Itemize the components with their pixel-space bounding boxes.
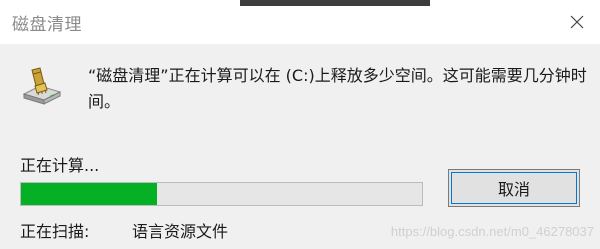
- obscured-top-strip: [240, 0, 430, 6]
- window-title: 磁盘清理: [12, 15, 82, 35]
- disk-cleanup-icon: [20, 64, 64, 108]
- cancel-button-label: 取消: [497, 180, 530, 199]
- scan-item: 语言资源文件: [132, 222, 229, 241]
- watermark: https://blog.csdn.net/m0_46278037: [390, 224, 594, 239]
- close-icon: [569, 14, 585, 30]
- cancel-button[interactable]: 取消: [448, 169, 580, 207]
- progress-bar: [20, 182, 423, 206]
- status-label: 正在计算...: [20, 156, 100, 175]
- disk-cleanup-dialog: 磁盘清理 “磁盘清理”正在计算可以在 (C:)上释放多少空间。这可能需要几分钟时…: [0, 0, 600, 249]
- scan-label: 正在扫描:: [20, 222, 90, 241]
- progress-fill: [21, 183, 158, 205]
- dialog-message: “磁盘清理”正在计算可以在 (C:)上释放多少空间。这可能需要几分钟时间。: [88, 66, 587, 111]
- close-button[interactable]: [554, 0, 600, 44]
- title-bar: 磁盘清理: [0, 0, 600, 44]
